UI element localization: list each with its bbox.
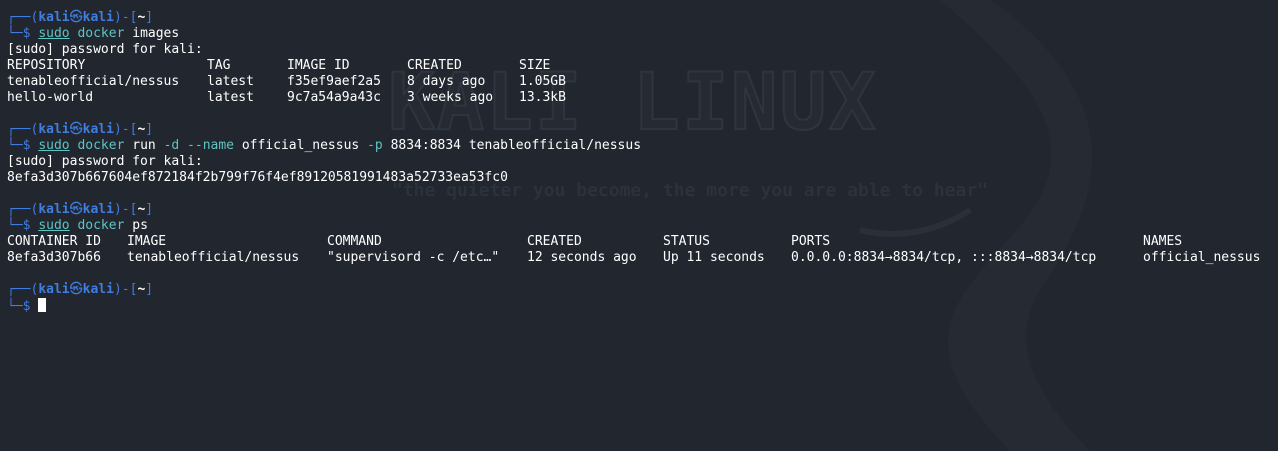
cmd-option: -d xyxy=(163,138,180,153)
prompt-line-top: ┌──(kali㉿kali)-[~] xyxy=(7,122,641,138)
cmd-option: -p xyxy=(367,138,383,153)
terminal-window[interactable]: KALI LINUX "the quieter you become, the … xyxy=(0,0,1278,451)
skull-icon: ㉿ xyxy=(69,202,83,217)
cmd-args: ps xyxy=(132,218,148,233)
skull-icon: ㉿ xyxy=(69,282,83,297)
prompt-dir-close: ] xyxy=(145,202,154,217)
prompt-corner: ┌──( xyxy=(7,202,39,217)
prompt-dir-close: ] xyxy=(145,10,154,25)
prompt-corner-bottom: └─ xyxy=(7,218,23,233)
container-hash: 8efa3d307b667604ef872184f2b799f76f4ef891… xyxy=(7,170,508,185)
table-row: hello-world latest 9c7a54a9a43c 3 weeks … xyxy=(7,90,641,106)
table-row: 8efa3d307b66 tenableofficial/nessus "sup… xyxy=(7,250,1260,266)
table-cell: 12 seconds ago xyxy=(527,250,637,265)
prompt-corner: ┌──( xyxy=(7,282,39,297)
cmd-subcommand: run xyxy=(132,138,156,153)
table-cell: Up 11 seconds xyxy=(663,250,765,265)
cmd-docker: docker xyxy=(77,218,125,233)
prompt-user: kali xyxy=(38,122,70,137)
col-header: COMMAND xyxy=(327,234,382,249)
prompt-dir-close: ] xyxy=(145,122,154,137)
col-header: IMAGE xyxy=(127,234,167,249)
prompt-separator: )-[ xyxy=(113,202,138,217)
prompt-corner-bottom: └─ xyxy=(7,138,23,153)
table-cell: latest xyxy=(207,90,254,105)
col-header: STATUS xyxy=(663,234,710,249)
skull-icon: ㉿ xyxy=(69,122,83,137)
table-cell: 13.3kB xyxy=(519,90,566,105)
sudo-password-prompt: [sudo] password for kali: xyxy=(7,42,203,57)
active-command-line[interactable]: └─$ xyxy=(7,298,641,314)
table-cell: official_nessus xyxy=(1143,250,1261,265)
command-line: └─$ sudo docker images xyxy=(7,26,641,42)
table-cell: tenableofficial/nessus xyxy=(7,74,180,89)
table-cell: 8efa3d307b66 xyxy=(7,250,101,265)
prompt-host: kali xyxy=(82,10,114,25)
prompt-line-top: ┌──(kali㉿kali)-[~] xyxy=(7,282,641,298)
prompt-corner-bottom: └─ xyxy=(7,26,23,41)
col-header: TAG xyxy=(207,58,231,73)
prompt-separator: )-[ xyxy=(113,10,138,25)
command-line: └─$ sudo docker ps xyxy=(7,218,641,234)
table-cell: latest xyxy=(207,74,254,89)
prompt-line-top: ┌──(kali㉿kali)-[~] xyxy=(7,202,641,218)
terminal-output: ┌──(kali㉿kali)-[~] └─$ sudo docker image… xyxy=(7,10,1260,314)
table-row: tenableofficial/nessus latest f35ef9aef2… xyxy=(7,74,641,90)
table-cell: 0.0.0.0:8834→8834/tcp, :::8834→8834/tcp xyxy=(791,250,1097,265)
prompt-dollar: $ xyxy=(22,26,31,41)
table-cell: 9c7a54a9a43c xyxy=(287,90,381,105)
cmd-sudo: sudo xyxy=(38,26,70,41)
col-header: REPOSITORY xyxy=(7,58,86,73)
col-header: SIZE xyxy=(519,58,551,73)
prompt-dir-close: ] xyxy=(145,282,154,297)
prompt-separator: )-[ xyxy=(113,282,138,297)
prompt-dollar: $ xyxy=(22,138,31,153)
cmd-sudo: sudo xyxy=(38,138,70,153)
cmd-arg: official_nessus xyxy=(241,138,360,153)
prompt-user: kali xyxy=(38,202,70,217)
col-header: CREATED xyxy=(407,58,462,73)
prompt-corner: ┌──( xyxy=(7,10,39,25)
table-cell: 1.05GB xyxy=(519,74,566,89)
col-header: CREATED xyxy=(527,234,582,249)
table-header: CONTAINER ID IMAGE COMMAND CREATED STATU… xyxy=(7,234,1182,250)
skull-icon: ㉿ xyxy=(69,10,83,25)
table-cell: hello-world xyxy=(7,90,94,105)
prompt-user: kali xyxy=(38,10,70,25)
cmd-sudo: sudo xyxy=(38,218,70,233)
prompt-corner-bottom: └─ xyxy=(7,299,23,314)
table-header: REPOSITORY TAG IMAGE ID CREATED SIZE xyxy=(7,58,641,74)
prompt-host: kali xyxy=(82,202,114,217)
cmd-docker: docker xyxy=(77,138,125,153)
prompt-user: kali xyxy=(38,282,70,297)
col-header: CONTAINER ID xyxy=(7,234,101,249)
table-cell: 8 days ago xyxy=(407,74,486,89)
text-cursor[interactable] xyxy=(38,298,47,312)
col-header: NAMES xyxy=(1143,234,1183,249)
prompt-dollar: $ xyxy=(22,299,31,314)
col-header: IMAGE ID xyxy=(287,58,350,73)
table-cell: 3 weeks ago xyxy=(407,90,494,105)
prompt-line-top: ┌──(kali㉿kali)-[~] xyxy=(7,10,641,26)
table-cell: "supervisord -c /etc…" xyxy=(327,250,500,265)
cmd-arg: 8834:8834 xyxy=(390,138,462,153)
cmd-arg: tenableofficial/nessus xyxy=(468,138,642,153)
prompt-dollar: $ xyxy=(22,218,31,233)
command-line: └─$ sudo docker run -d --name official_n… xyxy=(7,138,641,154)
cmd-option: --name xyxy=(187,138,235,153)
sudo-password-prompt: [sudo] password for kali: xyxy=(7,154,203,169)
prompt-host: kali xyxy=(82,122,114,137)
cmd-docker: docker xyxy=(77,26,125,41)
col-header: PORTS xyxy=(791,234,831,249)
table-cell: tenableofficial/nessus xyxy=(127,250,300,265)
prompt-separator: )-[ xyxy=(113,122,138,137)
table-cell: f35ef9aef2a5 xyxy=(287,74,381,89)
cmd-args: images xyxy=(132,26,180,41)
prompt-host: kali xyxy=(82,282,114,297)
prompt-corner: ┌──( xyxy=(7,122,39,137)
